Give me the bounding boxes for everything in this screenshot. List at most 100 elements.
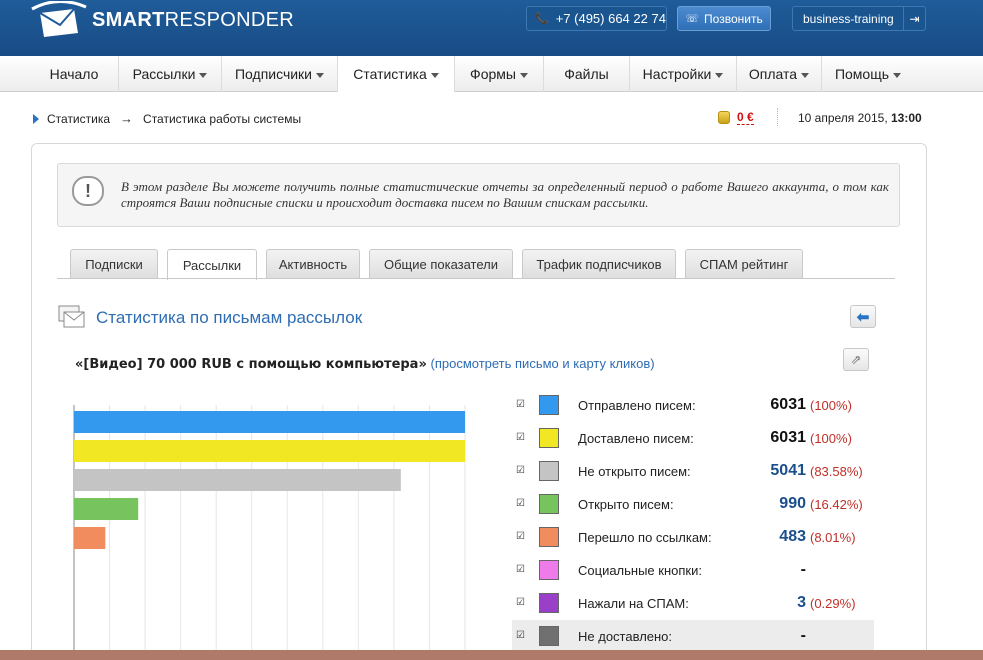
menu-item-label: Начало	[49, 66, 99, 82]
legend-label: Доставлено писем:	[578, 431, 694, 446]
legend-row: ☑ Нажали на СПАМ: 3 (0.29%)	[512, 587, 874, 620]
menu-item-4[interactable]: Формы	[455, 56, 544, 92]
mail-stack-icon	[58, 305, 85, 328]
logo[interactable]: SMARTRESPONDER	[30, 0, 294, 40]
menu-item-8[interactable]: Помощь	[822, 56, 914, 92]
tab-1[interactable]: Рассылки	[167, 249, 257, 280]
chart-bar-3	[74, 498, 139, 520]
menu-item-label: Оплата	[748, 66, 798, 82]
legend-value: 6031	[770, 429, 806, 446]
phone-box: 📞 +7 (495) 664 22 74	[526, 6, 667, 31]
main-menu: Начало Рассылки Подписчики Статистика Формы Ф…	[30, 56, 914, 92]
username[interactable]: business-training	[793, 12, 903, 26]
legend-label: Перешло по ссылкам:	[578, 530, 712, 545]
menu-item-6[interactable]: Настройки	[630, 56, 737, 92]
menu-item-2[interactable]: Подписчики	[222, 56, 338, 92]
back-arrow-icon[interactable]: ⬅	[850, 305, 876, 328]
menu-item-1[interactable]: Рассылки	[119, 56, 222, 92]
legend-percent: (100%)	[810, 398, 852, 413]
chevron-down-icon	[430, 72, 439, 78]
legend-row: ☑ Открыто писем: 990 (16.42%)	[512, 488, 874, 521]
tabs-underline	[57, 278, 895, 279]
legend-row: ☑ Доставлено писем: 6031 (100%)	[512, 422, 874, 455]
menu-item-0[interactable]: Начало	[30, 56, 119, 92]
share-icon[interactable]: ⇗	[843, 348, 869, 371]
menu-item-label: Файлы	[564, 66, 609, 82]
legend-swatch	[539, 593, 559, 613]
breadcrumb-arrow-icon	[33, 113, 39, 124]
current-date: 10 апреля 2015, 13:00	[798, 111, 922, 125]
logo-text: SMARTRESPONDER	[92, 8, 294, 31]
legend-percent: (100%)	[810, 431, 852, 446]
legend-percent: (0.29%)	[810, 596, 856, 611]
legend-value: 990	[779, 495, 806, 512]
mail-subject: «[Видео] 70 000 RUB с помощью компьютера…	[75, 357, 427, 372]
legend-label: Социальные кнопки:	[578, 563, 702, 578]
menu-item-3[interactable]: Статистика	[338, 56, 455, 92]
legend-label: Отправлено писем:	[578, 398, 696, 413]
call-icon: ☏	[685, 13, 700, 25]
chevron-down-icon	[893, 72, 902, 78]
legend-row: ☑ Не открыто писем: 5041 (83.58%)	[512, 455, 874, 488]
legend-checkbox[interactable]: ☑	[516, 598, 525, 608]
mail-stats-bar-chart	[73, 405, 466, 660]
legend-checkbox[interactable]: ☑	[516, 565, 525, 575]
tab-4[interactable]: Трафик подписчиков	[522, 249, 676, 279]
legend-value: -	[800, 627, 806, 644]
menu-item-label: Настройки	[642, 66, 712, 82]
legend-percent: (16.42%)	[810, 497, 863, 512]
phone-icon: 📞	[535, 13, 549, 25]
view-mail-link[interactable]: (просмотреть письмо и карту кликов)	[430, 356, 654, 371]
legend-label: Открыто писем:	[578, 497, 674, 512]
menu-item-label: Подписчики	[234, 66, 312, 82]
legend-checkbox[interactable]: ☑	[516, 499, 525, 509]
tab-3[interactable]: Общие показатели	[369, 249, 513, 279]
tab-5[interactable]: СПАМ рейтинг	[685, 249, 803, 279]
legend-checkbox[interactable]: ☑	[516, 532, 525, 542]
legend-value: 6031	[770, 396, 806, 413]
tab-0[interactable]: Подписки	[70, 249, 158, 279]
balance[interactable]: 0 €	[718, 110, 754, 125]
menu-item-label: Рассылки	[132, 66, 196, 82]
chevron-down-icon	[801, 72, 810, 78]
divider	[777, 108, 778, 126]
chart-bar-0	[74, 411, 465, 433]
menu-item-7[interactable]: Оплата	[737, 56, 822, 92]
menu-item-label: Формы	[470, 66, 516, 82]
chevron-down-icon	[316, 72, 324, 78]
legend-checkbox[interactable]: ☑	[516, 466, 525, 476]
user-account[interactable]: business-training ⇥	[792, 6, 926, 31]
section-title: Статистика по письмам рассылок	[96, 308, 363, 327]
chart-bar-4	[74, 527, 106, 549]
legend-checkbox[interactable]: ☑	[516, 631, 525, 641]
legend-percent: (83.58%)	[810, 464, 863, 479]
legend-row: ☑ Не доставлено: -	[512, 620, 874, 653]
logout-icon[interactable]: ⇥	[903, 7, 925, 30]
balance-value[interactable]: 0 €	[737, 110, 754, 125]
legend-value: -	[800, 561, 806, 578]
legend-swatch	[539, 494, 559, 514]
notice-text: В этом разделе Вы можете получить полные…	[121, 179, 889, 210]
legend-label: Нажали на СПАМ:	[578, 596, 689, 611]
mail-title: «[Видео] 70 000 RUB с помощью компьютера…	[75, 356, 655, 372]
legend-row: ☑ Отправлено писем: 6031 (100%)	[512, 389, 874, 422]
taskbar-strip	[0, 650, 983, 660]
stats-legend: ☑ Отправлено писем: 6031 (100%) ☑ Доставлено …	[512, 389, 874, 653]
legend-swatch	[539, 395, 559, 415]
menu-item-5[interactable]: Файлы	[544, 56, 630, 92]
breadcrumb-root[interactable]: Статистика	[47, 112, 110, 126]
exclamation-icon: !	[72, 176, 104, 206]
legend-value: 5041	[770, 462, 806, 479]
info-notice: ! В этом разделе Вы можете получить полн…	[57, 163, 900, 227]
breadcrumb-separator: →	[120, 111, 134, 126]
legend-value: 3	[797, 594, 806, 611]
chart-bar-2	[74, 469, 401, 491]
call-button[interactable]: ☏ Позвонить	[677, 6, 771, 31]
legend-checkbox[interactable]: ☑	[516, 433, 525, 443]
legend-checkbox[interactable]: ☑	[516, 400, 525, 410]
legend-row: ☑ Перешло по ссылкам: 483 (8.01%)	[512, 521, 874, 554]
tab-2[interactable]: Активность	[266, 249, 360, 279]
menu-item-label: Помощь	[834, 66, 890, 82]
chevron-down-icon	[199, 72, 208, 78]
main-menu-bar: Начало Рассылки Подписчики Статистика Формы Ф…	[0, 56, 983, 92]
